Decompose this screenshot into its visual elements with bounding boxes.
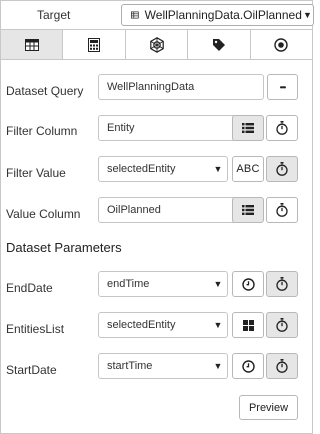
chevron-down-icon: ▼ — [302, 10, 312, 20]
stopwatch-icon — [276, 203, 288, 217]
stopwatch-icon — [276, 121, 288, 135]
filter-column-row: Filter Column Entity — [1, 115, 312, 143]
chevron-down-icon: ▼ — [213, 279, 223, 289]
chevron-down-icon: ▼ — [213, 320, 223, 330]
value-column-list-button[interactable] — [232, 197, 264, 223]
value-column-label: Value Column — [6, 207, 81, 221]
stopwatch-icon — [276, 318, 288, 332]
param-value: endTime — [107, 278, 150, 290]
dataset-query-input[interactable]: WellPlanningData — [98, 74, 264, 100]
filter-value-value: selectedEntity — [107, 163, 176, 175]
stopwatch-icon — [276, 359, 288, 373]
param-dropdown-startdate[interactable]: startTime ▼ — [98, 353, 228, 379]
tag-icon — [212, 38, 225, 51]
param-row-startdate: StartDate startTime ▼ — [1, 353, 312, 381]
grid-icon — [242, 319, 254, 331]
radio-target-icon — [274, 37, 289, 52]
gear-wheel-icon — [149, 36, 164, 53]
list-icon — [242, 123, 254, 133]
ellipsis-icon: ••• — [279, 82, 286, 92]
param-row-entitieslist: EntitiesList selectedEntity ▼ — [1, 312, 312, 340]
filter-column-value: Entity — [107, 122, 135, 134]
param-type-button-startdate[interactable] — [232, 353, 264, 379]
clock-icon — [241, 359, 255, 373]
filter-value-bind-button[interactable] — [266, 156, 298, 182]
target-row: Target WellPlanningData.OilPlanned ▼ — [1, 1, 314, 29]
param-value: selectedEntity — [107, 319, 176, 331]
stopwatch-icon — [276, 277, 288, 291]
chevron-down-icon: ▼ — [213, 164, 223, 174]
param-value: startTime — [107, 360, 153, 372]
value-type-label: ABC — [236, 163, 260, 175]
target-dropdown-value: WellPlanningData.OilPlanned — [144, 8, 302, 22]
value-type-button[interactable]: ABC — [232, 156, 264, 182]
preview-button[interactable]: Preview — [239, 395, 298, 420]
param-dropdown-entitieslist[interactable]: selectedEntity ▼ — [98, 312, 228, 338]
param-bind-button-entitieslist[interactable] — [266, 312, 298, 338]
param-label: EndDate — [6, 281, 53, 295]
param-label: StartDate — [6, 363, 57, 377]
table-icon — [131, 11, 139, 19]
stopwatch-icon — [276, 162, 288, 176]
param-dropdown-enddate[interactable]: endTime ▼ — [98, 271, 228, 297]
tab-settings[interactable] — [125, 30, 189, 59]
tab-target[interactable] — [250, 30, 313, 59]
value-column-bind-button[interactable] — [266, 197, 298, 223]
calculator-icon — [88, 37, 101, 52]
tab-table[interactable] — [1, 30, 64, 59]
clock-icon — [241, 277, 255, 291]
filter-column-bind-button[interactable] — [266, 115, 298, 141]
param-type-button-entitieslist[interactable] — [232, 312, 264, 338]
param-row-enddate: EndDate endTime ▼ — [1, 271, 312, 299]
param-bind-button-startdate[interactable] — [266, 353, 298, 379]
value-column-row: Value Column OilPlanned — [1, 197, 312, 225]
tab-bar — [1, 29, 313, 60]
param-bind-button-enddate[interactable] — [266, 271, 298, 297]
param-type-button-enddate[interactable] — [232, 271, 264, 297]
dataset-query-value: WellPlanningData — [107, 81, 195, 93]
filter-value-label: Filter Value — [6, 166, 66, 180]
data-properties-panel: Target WellPlanningData.OilPlanned ▼ Dat… — [0, 0, 314, 434]
filter-column-label: Filter Column — [6, 124, 78, 138]
target-label: Target — [37, 8, 71, 22]
list-icon — [242, 205, 254, 215]
target-dropdown[interactable]: WellPlanningData.OilPlanned ▼ — [121, 4, 314, 26]
dataset-parameters-heading: Dataset Parameters — [6, 240, 122, 255]
value-column-value: OilPlanned — [107, 204, 161, 216]
filter-value-dropdown[interactable]: selectedEntity ▼ — [98, 156, 228, 182]
table-icon — [24, 38, 39, 51]
filter-value-row: Filter Value selectedEntity ▼ ABC — [1, 156, 312, 184]
dataset-query-label: Dataset Query — [6, 84, 84, 98]
chevron-down-icon: ▼ — [213, 361, 223, 371]
column-list-button[interactable] — [232, 115, 264, 141]
tab-tags[interactable] — [188, 30, 251, 59]
param-label: EntitiesList — [6, 322, 65, 336]
more-options-button[interactable]: ••• — [267, 74, 298, 100]
dataset-query-row: Dataset Query WellPlanningData ••• — [1, 74, 312, 102]
tab-calculator[interactable] — [63, 30, 126, 59]
